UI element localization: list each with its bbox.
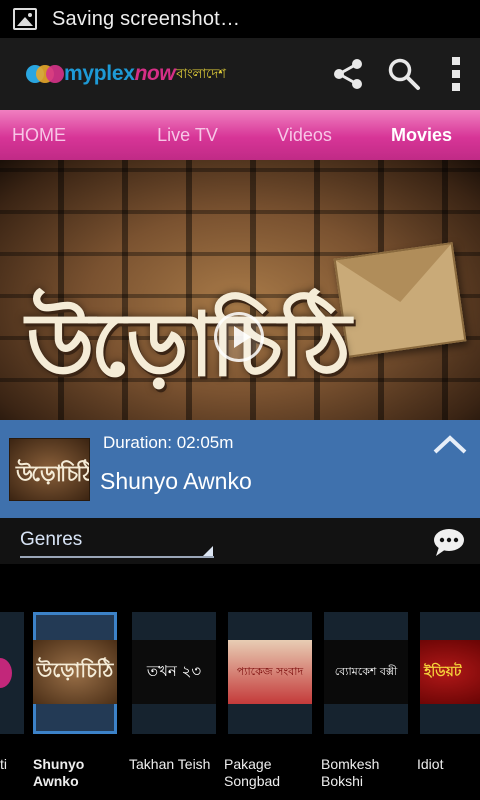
- card-thumbnail: ইডিয়ট: [420, 640, 480, 704]
- hero-banner[interactable]: উড়োচিঠি: [0, 160, 480, 420]
- carousel-item[interactable]: ইডিয়ট Idiot: [417, 612, 480, 772]
- logo-dots-icon: [26, 64, 64, 84]
- play-icon[interactable]: [214, 312, 264, 362]
- status-bar: Saving screenshot…: [0, 0, 480, 38]
- now-playing-thumbnail: উড়োচিঠি: [9, 438, 90, 501]
- dropdown-corner-icon: [203, 546, 213, 556]
- card-thumbnail: তখন ২৩: [132, 640, 216, 704]
- category-tabs: HOME Live TV Videos Movies: [0, 110, 480, 160]
- envelope-art: [333, 242, 467, 358]
- carousel-item[interactable]: প্যাকেজ সংবাদ Pakage Songbad: [224, 612, 312, 789]
- genres-dropdown-underline: [20, 556, 214, 558]
- card-thumbnail: প্যাকেজ সংবাদ: [228, 640, 312, 704]
- thumbnail-art-text: উড়োচিঠি: [16, 461, 90, 487]
- duration-label: Duration: 02:05m: [103, 433, 234, 452]
- genres-bar: Genres: [0, 518, 480, 564]
- share-button[interactable]: [320, 46, 376, 102]
- carousel-item[interactable]: উড়োচিঠি Shunyo Awnko: [33, 612, 117, 789]
- app-logo[interactable]: myplex now বাংলাদেশ: [26, 62, 226, 86]
- tab-live-tv[interactable]: Live TV: [129, 110, 246, 160]
- movie-carousel[interactable]: ti উড়োচিঠি Shunyo Awnko তখন ২৩ Takhan T…: [0, 564, 480, 800]
- card-thumbnail: ব্যোমকেশ বক্সী: [324, 640, 408, 704]
- now-playing-title: Shunyo Awnko: [100, 468, 252, 494]
- carousel-item-title: Pakage Songbad: [224, 756, 281, 789]
- app-bar: myplex now বাংলাদেশ: [0, 38, 480, 110]
- logo-text-myplex: myplex: [64, 62, 135, 85]
- carousel-item-title: Bomkesh Bokshi: [321, 756, 380, 789]
- carousel-item-title: Idiot: [417, 756, 444, 772]
- overflow-menu-icon: [452, 57, 460, 91]
- now-playing-panel: উড়োচিঠি Duration: 02:05m Shunyo Awnko: [0, 420, 480, 518]
- tab-movies[interactable]: Movies: [363, 110, 480, 160]
- search-button[interactable]: [376, 46, 432, 102]
- carousel-item[interactable]: তখন ২৩ Takhan Teish: [129, 612, 216, 772]
- hero-title-art: উড়োচিঠি: [26, 292, 351, 396]
- search-icon: [388, 58, 420, 90]
- overflow-menu-button[interactable]: [432, 46, 480, 102]
- tab-videos[interactable]: Videos: [246, 110, 363, 160]
- chevron-up-icon[interactable]: [432, 432, 468, 458]
- image-icon: [13, 8, 37, 30]
- carousel-item-title: Shunyo Awnko: [33, 756, 85, 789]
- card-thumbnail: উড়োচিঠি: [33, 640, 117, 704]
- status-text: Saving screenshot…: [52, 7, 241, 30]
- genres-dropdown-label[interactable]: Genres: [20, 529, 82, 551]
- tab-home[interactable]: HOME: [0, 110, 129, 160]
- carousel-item[interactable]: ti: [0, 612, 24, 772]
- logo-text-region: বাংলাদেশ: [176, 66, 226, 81]
- share-icon: [334, 59, 362, 89]
- logo-text-now: now: [134, 62, 176, 85]
- carousel-item[interactable]: ব্যোমকেশ বক্সী Bomkesh Bokshi: [321, 612, 408, 789]
- chat-bubble-icon[interactable]: [432, 527, 466, 557]
